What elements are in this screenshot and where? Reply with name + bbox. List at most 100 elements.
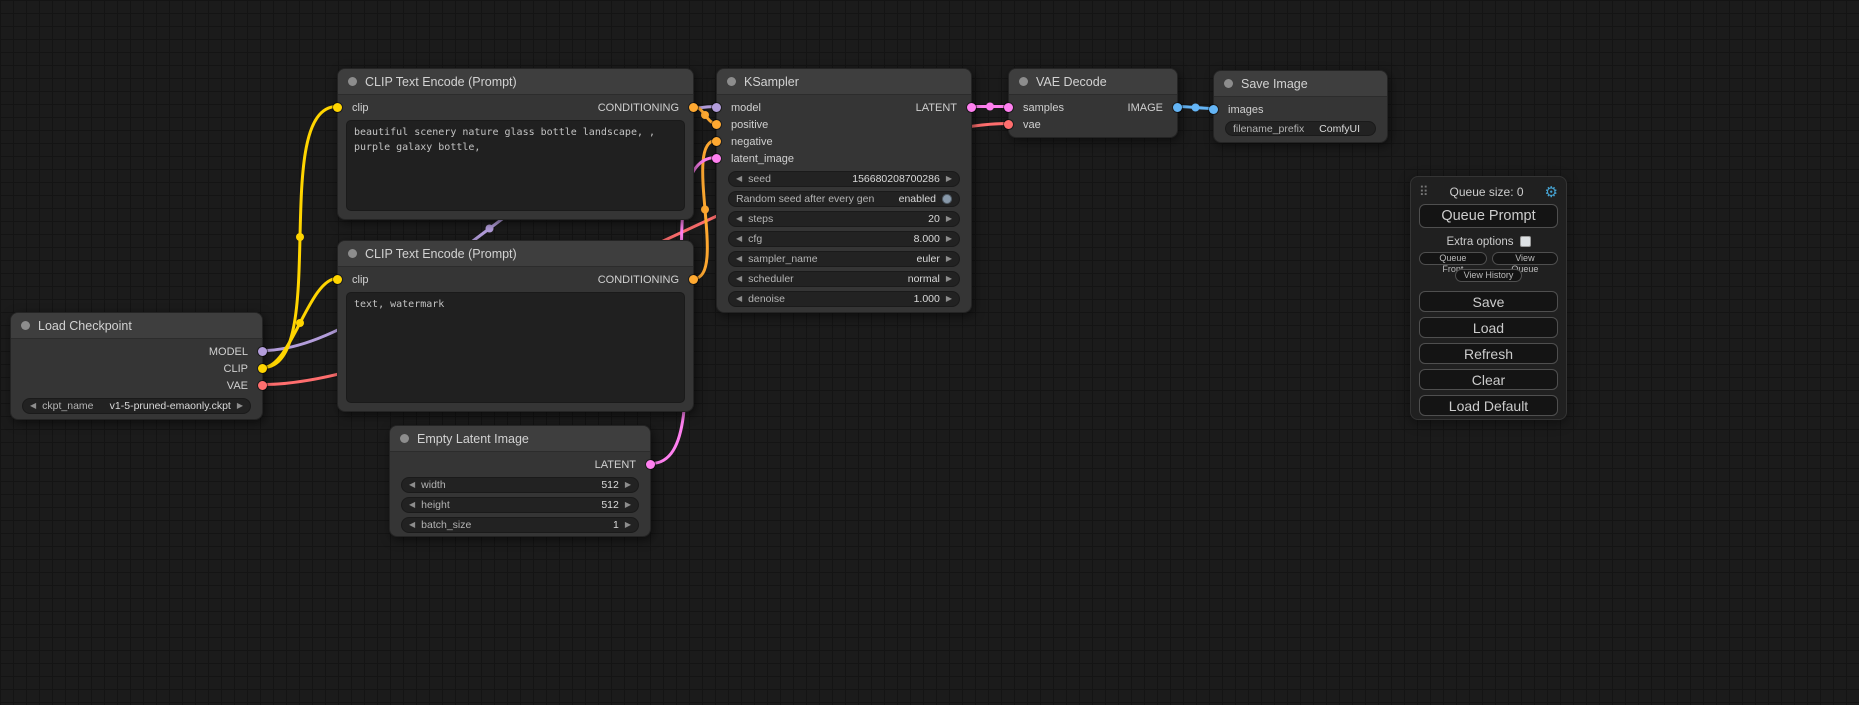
decrement-arrow-icon[interactable]: ◀ <box>409 521 415 529</box>
decrement-arrow-icon[interactable]: ◀ <box>736 215 742 223</box>
node-load-checkpoint-header[interactable]: Load Checkpoint <box>11 313 262 339</box>
increment-arrow-icon[interactable]: ▶ <box>946 235 952 243</box>
widget-sampler-name[interactable]: ◀ sampler_name euler ▶ <box>728 251 960 267</box>
widget-height[interactable]: ◀ height 512 ▶ <box>401 497 639 513</box>
queue-menu-panel: ⠿ Queue size: 0 ⚙ Queue Prompt Extra opt… <box>1410 176 1567 420</box>
menu-drag-handle-icon[interactable]: ⠿ <box>1419 184 1429 200</box>
slot-row: images <box>1214 101 1387 118</box>
decrement-arrow-icon[interactable]: ◀ <box>409 481 415 489</box>
node-ksampler[interactable]: KSampler model LATENT positive negative … <box>716 68 972 313</box>
decrement-arrow-icon[interactable]: ◀ <box>736 175 742 183</box>
widget-steps[interactable]: ◀ steps 20 ▶ <box>728 211 960 227</box>
increment-arrow-icon[interactable]: ▶ <box>946 215 952 223</box>
node-status-dot <box>348 249 357 258</box>
increment-arrow-icon[interactable]: ▶ <box>946 255 952 263</box>
widget-random-seed-toggle[interactable]: Random seed after every gen enabled <box>728 191 960 207</box>
clear-button[interactable]: Clear <box>1419 369 1558 390</box>
refresh-button[interactable]: Refresh <box>1419 343 1558 364</box>
decrement-arrow-icon[interactable]: ◀ <box>736 255 742 263</box>
slot-row: VAE <box>11 377 262 394</box>
widget-label: seed <box>748 173 771 185</box>
increment-arrow-icon[interactable]: ▶ <box>625 501 631 509</box>
slot-row: clip CONDITIONING <box>338 271 693 288</box>
decrement-arrow-icon[interactable]: ◀ <box>736 235 742 243</box>
output-dot-conditioning[interactable] <box>689 103 698 112</box>
node-clip-negative-header[interactable]: CLIP Text Encode (Prompt) <box>338 241 693 267</box>
settings-gear-icon[interactable]: ⚙ <box>1545 185 1558 200</box>
output-dot-latent[interactable] <box>967 103 976 112</box>
node-clip-text-encode-negative[interactable]: CLIP Text Encode (Prompt) clip CONDITION… <box>337 240 694 412</box>
node-clip-positive-header[interactable]: CLIP Text Encode (Prompt) <box>338 69 693 95</box>
input-dot-model[interactable] <box>712 103 721 112</box>
decrement-arrow-icon[interactable]: ◀ <box>736 275 742 283</box>
decrement-arrow-icon[interactable]: ◀ <box>736 295 742 303</box>
save-button[interactable]: Save <box>1419 291 1558 312</box>
output-dot-clip[interactable] <box>258 364 267 373</box>
input-label-model: model <box>731 102 761 114</box>
widget-cfg[interactable]: ◀ cfg 8.000 ▶ <box>728 231 960 247</box>
slot-row: latent_image <box>717 150 971 167</box>
widget-label: scheduler <box>748 273 794 285</box>
output-dot-latent[interactable] <box>646 460 655 469</box>
widget-ckpt-name[interactable]: ◀ ckpt_name v1-5-pruned-emaonly.ckpt ▶ <box>22 398 251 414</box>
increment-arrow-icon[interactable]: ▶ <box>625 481 631 489</box>
input-dot-images[interactable] <box>1209 105 1218 114</box>
load-button[interactable]: Load <box>1419 317 1558 338</box>
input-dot-clip[interactable] <box>333 275 342 284</box>
input-dot-latent-image[interactable] <box>712 154 721 163</box>
output-dot-image[interactable] <box>1173 103 1182 112</box>
widget-value: 20 <box>928 213 940 225</box>
input-dot-samples[interactable] <box>1004 103 1013 112</box>
view-history-button[interactable]: View History <box>1455 269 1523 282</box>
node-status-dot <box>1019 77 1028 86</box>
widget-filename-prefix[interactable]: filename_prefix ComfyUI <box>1225 121 1376 136</box>
load-default-button[interactable]: Load Default <box>1419 395 1558 416</box>
input-label-negative: negative <box>731 136 773 148</box>
widget-value: enabled <box>899 193 936 205</box>
input-dot-negative[interactable] <box>712 137 721 146</box>
widget-denoise[interactable]: ◀ denoise 1.000 ▶ <box>728 291 960 307</box>
node-empty-latent-image[interactable]: Empty Latent Image LATENT ◀ width 512 ▶ … <box>389 425 651 537</box>
increment-arrow-icon[interactable]: ▶ <box>625 521 631 529</box>
node-load-checkpoint[interactable]: Load Checkpoint MODEL CLIP VAE ◀ ckpt_na… <box>10 312 263 420</box>
slot-row: MODEL <box>11 343 262 360</box>
toggle-dot-icon[interactable] <box>942 194 952 204</box>
node-save-image[interactable]: Save Image images filename_prefix ComfyU… <box>1213 70 1388 143</box>
widget-value: v1-5-pruned-emaonly.ckpt <box>110 400 231 412</box>
positive-prompt-textarea[interactable]: beautiful scenery nature glass bottle la… <box>346 120 685 211</box>
graph-canvas[interactable]: Load Checkpoint MODEL CLIP VAE ◀ ckpt_na… <box>0 0 1859 705</box>
decrement-arrow-icon[interactable]: ◀ <box>30 402 36 410</box>
widget-batch-size[interactable]: ◀ batch_size 1 ▶ <box>401 517 639 533</box>
node-vae-decode-header[interactable]: VAE Decode <box>1009 69 1177 95</box>
node-vae-decode[interactable]: VAE Decode samples IMAGE vae <box>1008 68 1178 138</box>
increment-arrow-icon[interactable]: ▶ <box>946 295 952 303</box>
increment-arrow-icon[interactable]: ▶ <box>237 402 243 410</box>
queue-prompt-button[interactable]: Queue Prompt <box>1419 204 1558 228</box>
input-dot-vae[interactable] <box>1004 120 1013 129</box>
queue-front-button[interactable]: Queue Front <box>1419 252 1487 265</box>
increment-arrow-icon[interactable]: ▶ <box>946 175 952 183</box>
output-dot-conditioning[interactable] <box>689 275 698 284</box>
node-empty-latent-header[interactable]: Empty Latent Image <box>390 426 650 452</box>
widget-value: ComfyUI <box>1319 123 1360 135</box>
node-save-image-header[interactable]: Save Image <box>1214 71 1387 97</box>
increment-arrow-icon[interactable]: ▶ <box>946 275 952 283</box>
output-label-conditioning: CONDITIONING <box>598 102 679 114</box>
widget-scheduler[interactable]: ◀ scheduler normal ▶ <box>728 271 960 287</box>
input-dot-positive[interactable] <box>712 120 721 129</box>
decrement-arrow-icon[interactable]: ◀ <box>409 501 415 509</box>
output-dot-vae[interactable] <box>258 381 267 390</box>
extra-options-checkbox[interactable] <box>1520 236 1531 247</box>
negative-prompt-textarea[interactable]: text, watermark <box>346 292 685 403</box>
input-dot-clip[interactable] <box>333 103 342 112</box>
view-queue-button[interactable]: View Queue <box>1492 252 1558 265</box>
widget-width[interactable]: ◀ width 512 ▶ <box>401 477 639 493</box>
extra-options-label: Extra options <box>1446 236 1513 248</box>
node-clip-text-encode-positive[interactable]: CLIP Text Encode (Prompt) clip CONDITION… <box>337 68 694 220</box>
link-image-to-save-midpoint-dot <box>1192 104 1200 112</box>
output-dot-model[interactable] <box>258 347 267 356</box>
widget-label: height <box>421 499 450 511</box>
widget-seed[interactable]: ◀ seed 156680208700286 ▶ <box>728 171 960 187</box>
node-ksampler-header[interactable]: KSampler <box>717 69 971 95</box>
node-title: VAE Decode <box>1036 75 1107 89</box>
